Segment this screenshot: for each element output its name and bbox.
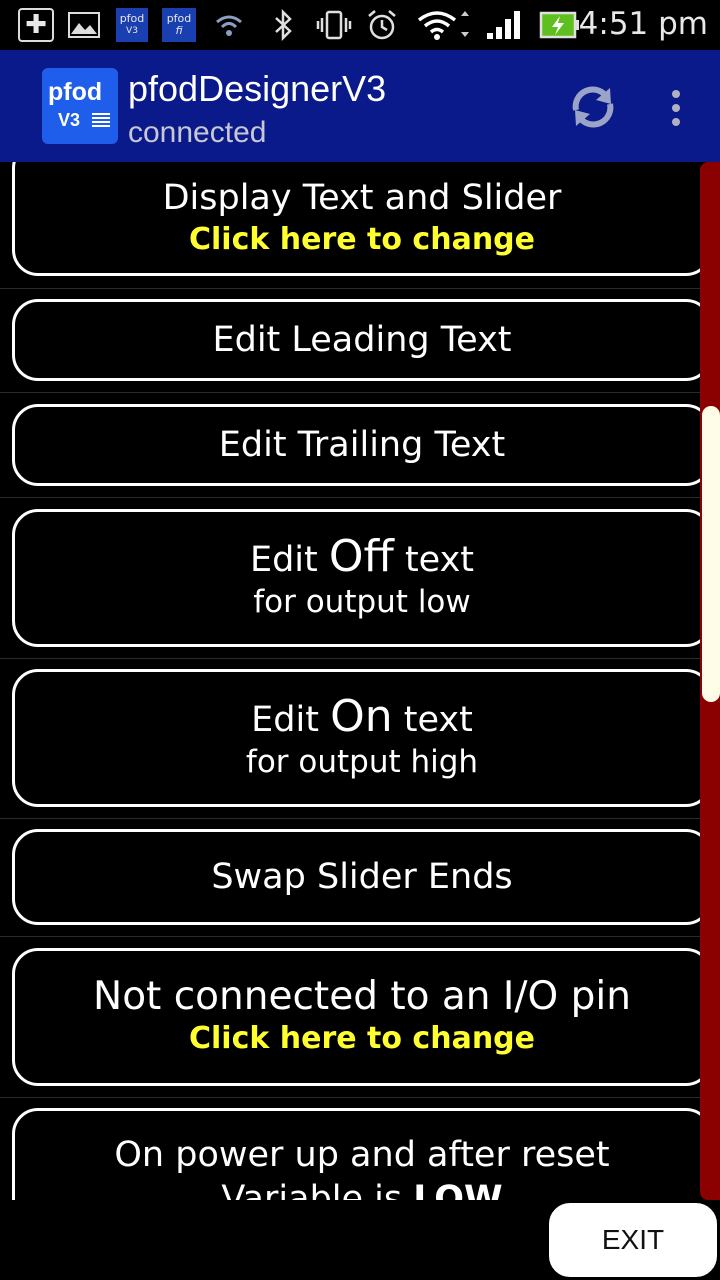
pfod-v3-notification-icon: pfod V3 xyxy=(116,8,148,42)
edit-on-suffix: text xyxy=(392,699,473,740)
edit-leading-text-button[interactable]: Edit Leading Text xyxy=(12,299,712,381)
bluetooth-icon xyxy=(268,8,300,42)
swap-slider-ends-label: Swap Slider Ends xyxy=(211,857,513,897)
status-bar: ✚ pfod V3 pfod fi 4:51 pm xyxy=(0,0,720,50)
edit-off-suffix: text xyxy=(393,539,475,580)
display-type-label: Display Text and Slider xyxy=(162,178,562,218)
edit-off-text-label: Edit Off text xyxy=(249,534,475,582)
connection-status: connected xyxy=(128,116,267,149)
fi-notif-label: fi xyxy=(175,24,183,37)
power-up-state-button[interactable]: On power up and after reset Variable is … xyxy=(12,1108,712,1200)
wifi-small-icon xyxy=(212,8,246,42)
edit-off-prefix: Edit xyxy=(249,539,329,580)
io-pin-button[interactable]: Not connected to an I/O pin Click here t… xyxy=(12,948,712,1086)
alarm-icon xyxy=(364,8,400,42)
output-high-hint: for output high xyxy=(245,743,479,780)
variable-state-label: Variable is LOW xyxy=(221,1177,502,1200)
edit-on-prefix: Edit xyxy=(251,699,331,740)
v3-notif-label: V3 xyxy=(126,26,138,36)
divider xyxy=(0,658,700,659)
edit-on-text-label: Edit On text xyxy=(251,694,473,742)
app-logo-icon: pfod V3 xyxy=(42,68,118,144)
pfod-wifi-notification-icon: pfod fi xyxy=(162,8,196,42)
divider xyxy=(0,288,700,289)
divider xyxy=(0,818,700,819)
scrollbar-thumb[interactable] xyxy=(702,406,720,702)
edit-off-text-button[interactable]: Edit Off text for output low xyxy=(12,509,712,647)
divider xyxy=(0,497,700,498)
output-low-hint: for output low xyxy=(253,583,471,620)
vibrate-icon xyxy=(314,8,354,42)
wifi-icon xyxy=(414,8,472,42)
change-hint: Click here to change xyxy=(188,222,535,257)
pfod-notif-label: pfod xyxy=(119,12,145,25)
overflow-menu-icon[interactable] xyxy=(660,86,692,130)
add-notification-icon: ✚ xyxy=(18,8,54,42)
divider xyxy=(0,1097,700,1098)
action-bar: pfod V3 pfodDesignerV3 connected xyxy=(0,50,720,162)
logo-text-v3: V3 xyxy=(58,110,81,130)
logo-text-pfod: pfod xyxy=(48,78,103,106)
option-list[interactable]: Display Text and Slider Click here to ch… xyxy=(0,162,720,1200)
battery-charging-icon xyxy=(538,8,582,42)
off-word: Off xyxy=(328,530,394,582)
divider xyxy=(0,936,700,937)
clock: 4:51 pm xyxy=(578,6,708,42)
io-pin-label: Not connected to an I/O pin xyxy=(93,974,631,1019)
logo-lines-icon xyxy=(92,113,110,127)
refresh-icon[interactable] xyxy=(566,80,620,134)
change-hint: Click here to change xyxy=(188,1021,535,1056)
divider xyxy=(0,392,700,393)
variable-state-prefix: Variable is xyxy=(221,1179,414,1200)
display-type-button[interactable]: Display Text and Slider Click here to ch… xyxy=(12,162,712,276)
edit-trailing-text-button[interactable]: Edit Trailing Text xyxy=(12,404,712,486)
image-notification-icon xyxy=(66,8,102,42)
signal-icon xyxy=(484,8,524,42)
app-title: pfodDesignerV3 xyxy=(128,68,387,109)
swap-slider-ends-button[interactable]: Swap Slider Ends xyxy=(12,829,712,925)
exit-button[interactable]: EXIT xyxy=(546,1200,720,1280)
on-word: On xyxy=(330,690,393,742)
variable-state-value: LOW xyxy=(413,1179,503,1200)
edit-trailing-text-label: Edit Trailing Text xyxy=(218,425,506,465)
power-up-label: On power up and after reset xyxy=(114,1135,610,1175)
edit-on-text-button[interactable]: Edit On text for output high xyxy=(12,669,712,807)
edit-leading-text-label: Edit Leading Text xyxy=(212,320,512,360)
